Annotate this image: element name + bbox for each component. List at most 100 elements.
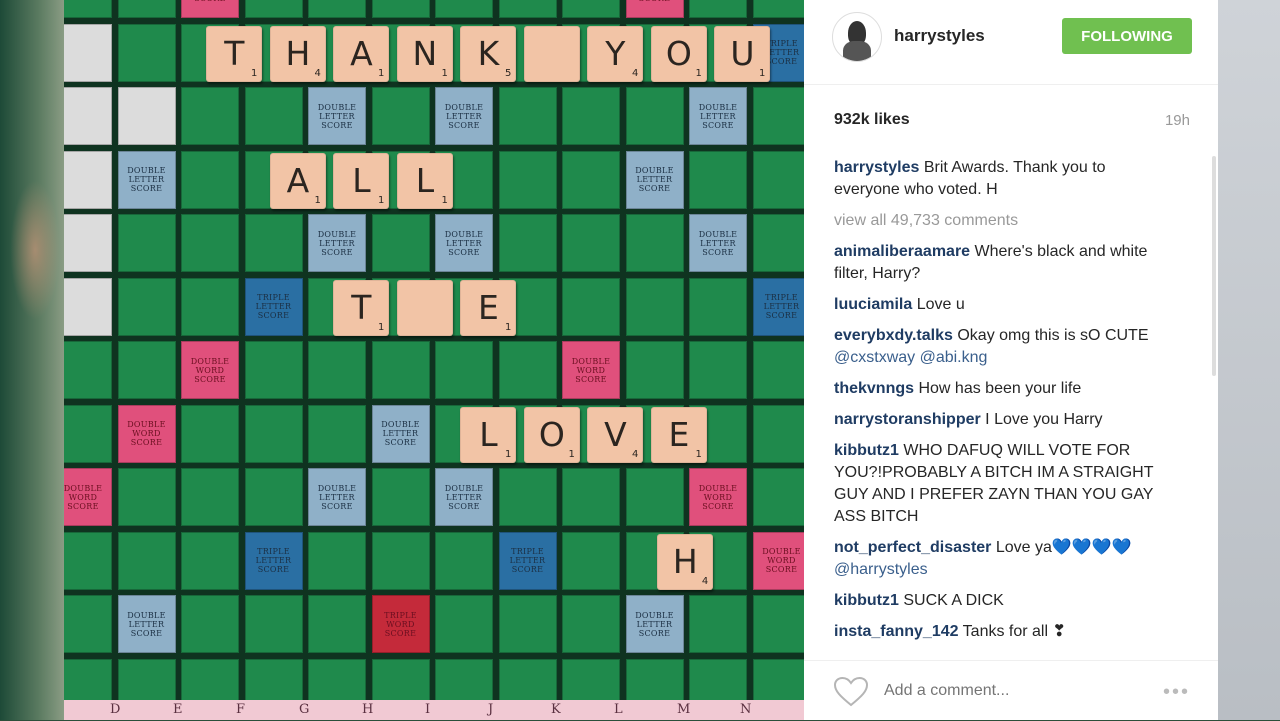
- board-square: [64, 341, 112, 399]
- tile-value: 1: [695, 67, 702, 79]
- post-footer: •••: [804, 660, 1218, 721]
- board-square: [117, 277, 176, 336]
- dl-square: DOUBLE LETTER SCORE: [308, 214, 366, 272]
- column-letter: N: [740, 702, 752, 717]
- comment-username[interactable]: kibbutz1: [834, 442, 899, 459]
- premium-square-label: DOUBLE WORD SCORE: [64, 483, 103, 511]
- board-square: [64, 531, 112, 590]
- comment-username[interactable]: everybxdy.talks: [834, 327, 953, 344]
- premium-square-label: TRIPLE LETTER SCORE: [255, 293, 292, 320]
- column-letter: I: [425, 702, 431, 717]
- premium-square-label: DOUBLE WORD SCORE: [127, 420, 166, 447]
- premium-square-label: TRIPLE LETTER SCORE: [255, 547, 292, 574]
- board-square: [308, 404, 366, 463]
- letter-tile: O1: [650, 25, 707, 82]
- comment-username[interactable]: insta_fanny_142: [834, 623, 959, 640]
- board-square: [181, 595, 239, 653]
- premium-square-label: DOUBLE LETTER SCORE: [444, 229, 484, 257]
- board-square: [498, 0, 557, 18]
- premium-square-label: DOUBLE LETTER SCORE: [127, 610, 166, 638]
- board-square: [64, 87, 112, 145]
- comment-mentions[interactable]: @cxstxway @abi.kng: [834, 349, 987, 366]
- comment: everybxdy.talks Okay omg this is sO CUTE…: [834, 325, 1174, 369]
- tile-value: 4: [314, 67, 321, 79]
- board-square: [371, 214, 430, 272]
- comment-username[interactable]: not_perfect_disaster: [834, 539, 991, 556]
- more-options-icon[interactable]: •••: [1163, 681, 1190, 704]
- board-square: [435, 531, 493, 590]
- column-letter: L: [614, 702, 623, 717]
- tile-value: 4: [632, 448, 639, 460]
- dl-square: DOUBLE LETTER SCORE: [308, 87, 366, 145]
- heart-icon[interactable]: [834, 677, 868, 707]
- letter-tile: E1: [460, 279, 517, 336]
- board-square: [64, 214, 112, 272]
- following-button[interactable]: FOLLOWING: [1062, 18, 1192, 54]
- dw-square: DOUBLE WORD SCORE: [625, 0, 684, 18]
- board-square: [371, 0, 430, 18]
- comment: animaliberaamare Where's black and white…: [834, 241, 1174, 285]
- comment-text: How has been your life: [918, 380, 1082, 397]
- comment-text: Okay omg this is sO CUTE: [957, 327, 1149, 344]
- add-comment-input[interactable]: [882, 681, 1146, 701]
- post-sidebar: harrystyles FOLLOWING 932k likes 19h har…: [804, 0, 1218, 720]
- board-square: [244, 595, 303, 653]
- column-letter: M: [677, 702, 691, 717]
- letter-tile: T1: [333, 279, 390, 336]
- premium-square-label: DOUBLE LETTER SCORE: [127, 166, 166, 193]
- board-square: [181, 87, 239, 145]
- comments-scrollbar[interactable]: [1212, 156, 1216, 376]
- board-square: [625, 87, 684, 145]
- comment-mentions[interactable]: @harrystyles: [834, 561, 928, 578]
- comment-username[interactable]: thekvnngs: [834, 380, 914, 397]
- tw-square: TRIPLE WORD SCORE: [371, 595, 430, 653]
- avatar[interactable]: [832, 12, 882, 62]
- comment-username[interactable]: luuciamila: [834, 296, 912, 313]
- dw-square: DOUBLE WORD SCORE: [689, 468, 747, 526]
- board-square: [562, 87, 620, 145]
- board-square: [371, 468, 430, 526]
- board-square: [181, 150, 239, 209]
- premium-square-label: DOUBLE LETTER SCORE: [698, 102, 738, 130]
- letter-tile: L1: [460, 406, 517, 463]
- comment-text: I Love you Harry: [985, 411, 1103, 428]
- column-letter: G: [299, 702, 310, 717]
- board-square: [435, 341, 493, 399]
- tile-value: 1: [251, 67, 258, 79]
- letter-tile: [523, 25, 580, 82]
- letter-tile: N1: [396, 25, 453, 82]
- comment-username[interactable]: narrystoranshipper: [834, 411, 981, 428]
- dl-square: DOUBLE LETTER SCORE: [371, 404, 430, 463]
- tile-value: 1: [378, 67, 385, 79]
- board-square: [371, 531, 430, 590]
- board-square: [64, 150, 112, 209]
- board-square: [244, 341, 303, 399]
- letter-tile: [396, 279, 453, 336]
- likes-count[interactable]: 932k likes: [834, 111, 910, 129]
- tile-value: 5: [505, 67, 512, 79]
- tile-value: 1: [314, 194, 321, 206]
- board-square: [752, 341, 804, 399]
- tile-value: 1: [378, 321, 385, 333]
- board-square: [562, 0, 620, 18]
- dw-square: DOUBLE WORD SCORE: [181, 0, 239, 18]
- caption-username[interactable]: harrystyles: [834, 159, 919, 176]
- board-square: [752, 87, 804, 145]
- comment-username[interactable]: animaliberaamare: [834, 243, 970, 260]
- dl-square: DOUBLE LETTER SCORE: [435, 468, 493, 526]
- board-square: [308, 341, 366, 399]
- view-all-comments-link[interactable]: view all 49,733 comments: [834, 210, 1174, 232]
- comment: thekvnngs How has been your life: [834, 378, 1174, 400]
- board-square: [689, 277, 747, 336]
- letter-tile: Y4: [587, 25, 644, 82]
- board-square: [562, 214, 620, 272]
- premium-square-label: DOUBLE LETTER SCORE: [444, 483, 484, 511]
- username-link[interactable]: harrystyles: [894, 26, 985, 46]
- letter-tile: E1: [650, 406, 707, 463]
- comment-username[interactable]: kibbutz1: [834, 592, 899, 609]
- board-square: [435, 595, 493, 653]
- time-ago: 19h: [1164, 112, 1190, 129]
- board-square: [371, 341, 430, 399]
- board-square: [117, 87, 176, 145]
- premium-square-label: DOUBLE LETTER SCORE: [381, 420, 420, 447]
